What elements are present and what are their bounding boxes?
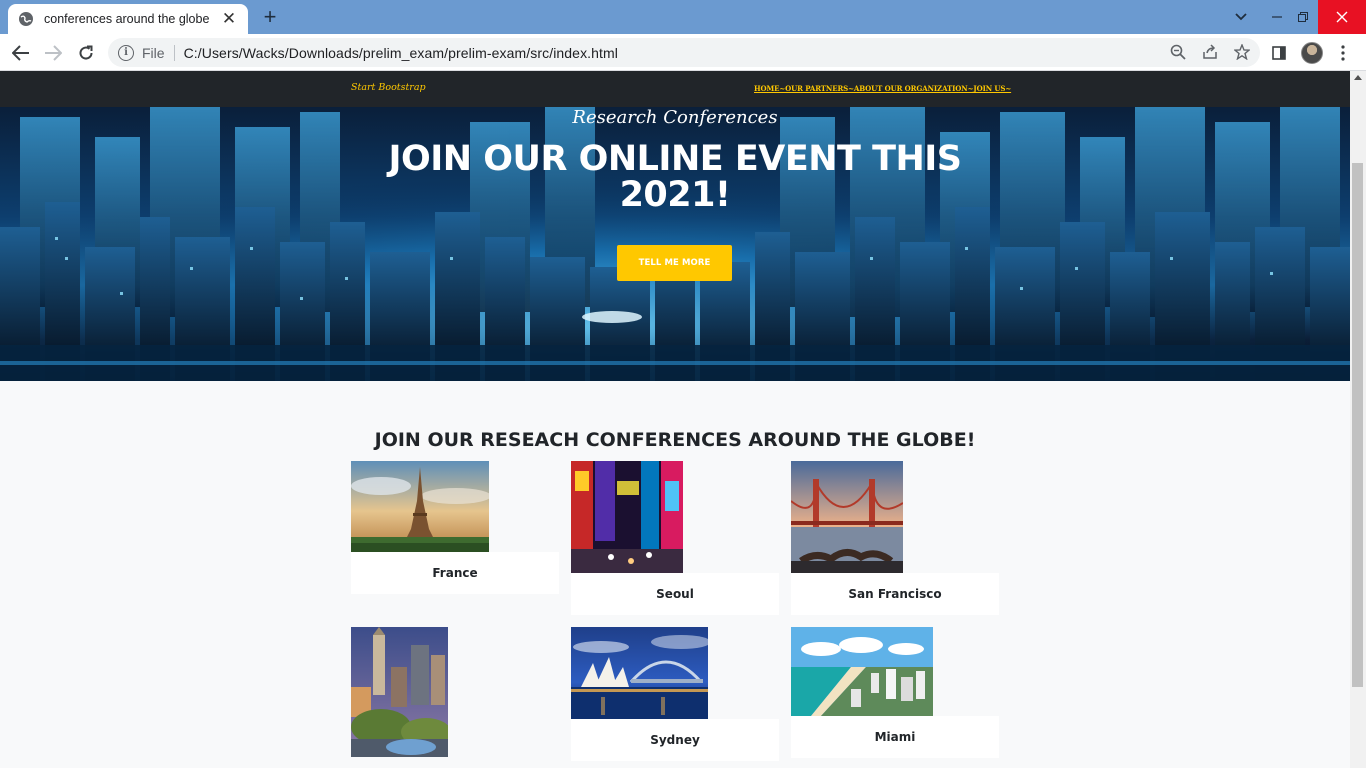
minimize-window-button[interactable] [1266,0,1288,34]
address-scheme: File [142,44,165,61]
conference-card-sydney[interactable]: Sydney [571,627,779,768]
golden-gate-image [791,461,903,573]
tab-close-icon[interactable]: ✕ [220,10,238,28]
conferences-heading: JOIN OUR RESEACH CONFERENCES AROUND THE … [374,429,976,451]
card-caption: Seoul [571,573,779,615]
browser-menu-icon[interactable] [1330,40,1356,66]
conference-card-miami[interactable]: Miami [791,627,999,768]
conference-card-france[interactable]: France [351,461,559,594]
address-divider [173,44,175,61]
hero-section: Research Conferences JOIN OUR ONLINE EVE… [0,107,1350,381]
card-caption: France [351,552,559,594]
zoom-icon[interactable] [1168,42,1188,62]
reload-icon [79,45,93,60]
avatar [1301,42,1323,64]
reload-button[interactable] [73,40,99,66]
info-icon[interactable]: i [118,44,134,61]
address-actions [1168,42,1252,62]
address-url[interactable]: C:/Users/Wacks/Downloads/prelim_exam/pre… [184,45,618,61]
card-caption: Miami [791,716,999,758]
back-button[interactable] [8,40,34,66]
card-caption: San Francisco [791,573,999,615]
nav-links[interactable]: HOME~OUR PARTNERS~ABOUT OUR ORGANIZATION… [754,84,1011,93]
side-panel-icon[interactable] [1266,40,1292,66]
bookmark-star-icon[interactable] [1232,42,1252,62]
forward-arrow-icon [45,45,62,61]
page-scrollbar[interactable] [1350,71,1366,768]
profile-avatar[interactable] [1299,40,1325,66]
scroll-thumb[interactable] [1352,163,1363,687]
scroll-up-arrow-icon[interactable] [1354,75,1362,80]
miami-beach-image [791,627,933,716]
restore-window-button[interactable] [1292,0,1314,34]
hero-heading: JOIN OUR ONLINE EVENT THIS 2021! [388,139,963,215]
page-viewport: Start Bootstrap HOME~OUR PARTNERS~ABOUT … [0,71,1350,768]
share-icon[interactable] [1200,42,1220,62]
city-buildings-image [351,627,448,757]
hero-subheading: Research Conferences [572,107,778,128]
forward-button[interactable] [40,40,66,66]
site-brand[interactable]: Start Bootstrap [351,82,426,93]
tell-me-more-button[interactable]: TELL ME MORE [617,245,732,281]
tab-title: conferences around the globe [44,12,210,26]
conference-card-san-francisco[interactable]: San Francisco [791,461,999,615]
close-window-button[interactable] [1318,0,1366,34]
tab-search-chevron-icon[interactable] [1228,0,1254,34]
new-tab-button[interactable]: + [258,6,282,28]
conference-card-seoul[interactable]: Seoul [571,461,779,615]
card-caption: Sydney [571,719,779,761]
site-navbar: Start Bootstrap HOME~OUR PARTNERS~ABOUT … [0,71,1350,107]
conference-card-city[interactable] [351,627,559,768]
sydney-opera-house-image [571,627,708,719]
globe-icon [19,12,33,26]
browser-tab[interactable]: conferences around the globe ✕ [8,4,248,34]
browser-tab-strip: conferences around the globe ✕ + [0,0,1366,34]
back-arrow-icon [12,45,29,61]
browser-toolbar: i File C:/Users/Wacks/Downloads/prelim_e… [0,34,1366,71]
address-bar[interactable]: i File C:/Users/Wacks/Downloads/prelim_e… [108,38,1260,67]
eiffel-tower-image [351,461,489,552]
seoul-street-image [571,461,683,573]
